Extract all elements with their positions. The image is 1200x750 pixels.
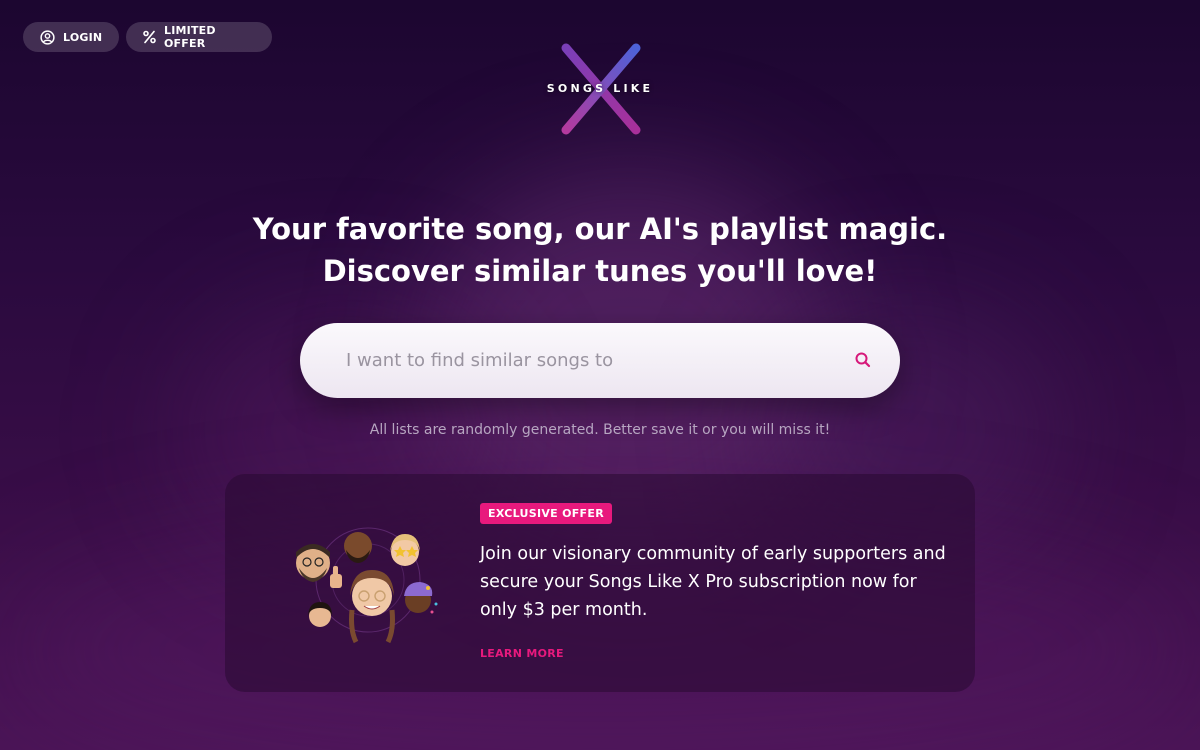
- hero-headline: Your favorite song, our AI's playlist ma…: [0, 208, 1200, 292]
- login-label: LOGIN: [63, 30, 103, 44]
- login-button[interactable]: LOGIN: [23, 22, 119, 52]
- search-input[interactable]: [346, 323, 826, 398]
- logo-text: SONGS LIKE: [546, 82, 654, 95]
- avatar-glasses-man: [296, 544, 330, 582]
- percent-icon: [143, 30, 156, 44]
- promo-text: Join our visionary community of early su…: [480, 544, 946, 620]
- random-list-note: All lists are randomly generated. Better…: [369, 422, 831, 438]
- limited-offer-label: LIMITED OFFER: [164, 24, 216, 50]
- exclusive-offer-badge: EXCLUSIVE OFFER: [480, 503, 612, 524]
- search-icon[interactable]: [854, 351, 872, 369]
- avatar-small-woman: [308, 602, 332, 627]
- user-circle-icon: [40, 29, 55, 45]
- limited-offer-button[interactable]: LIMITED OFFER: [126, 22, 272, 52]
- avatar-bald-man: [344, 532, 372, 563]
- songs-like-x-logo[interactable]: SONGS LIKE: [536, 42, 664, 136]
- community-avatars-image: [280, 518, 460, 658]
- search-bar: [300, 323, 900, 398]
- hero-line-1: Your favorite song, our AI's playlist ma…: [252, 212, 948, 246]
- avatar-blonde-woman: [390, 534, 420, 566]
- avatar-cap-person: [404, 582, 438, 614]
- learn-more-link[interactable]: LEARN MORE: [480, 647, 564, 660]
- hero-line-2: Discover similar tunes you'll love!: [322, 254, 878, 288]
